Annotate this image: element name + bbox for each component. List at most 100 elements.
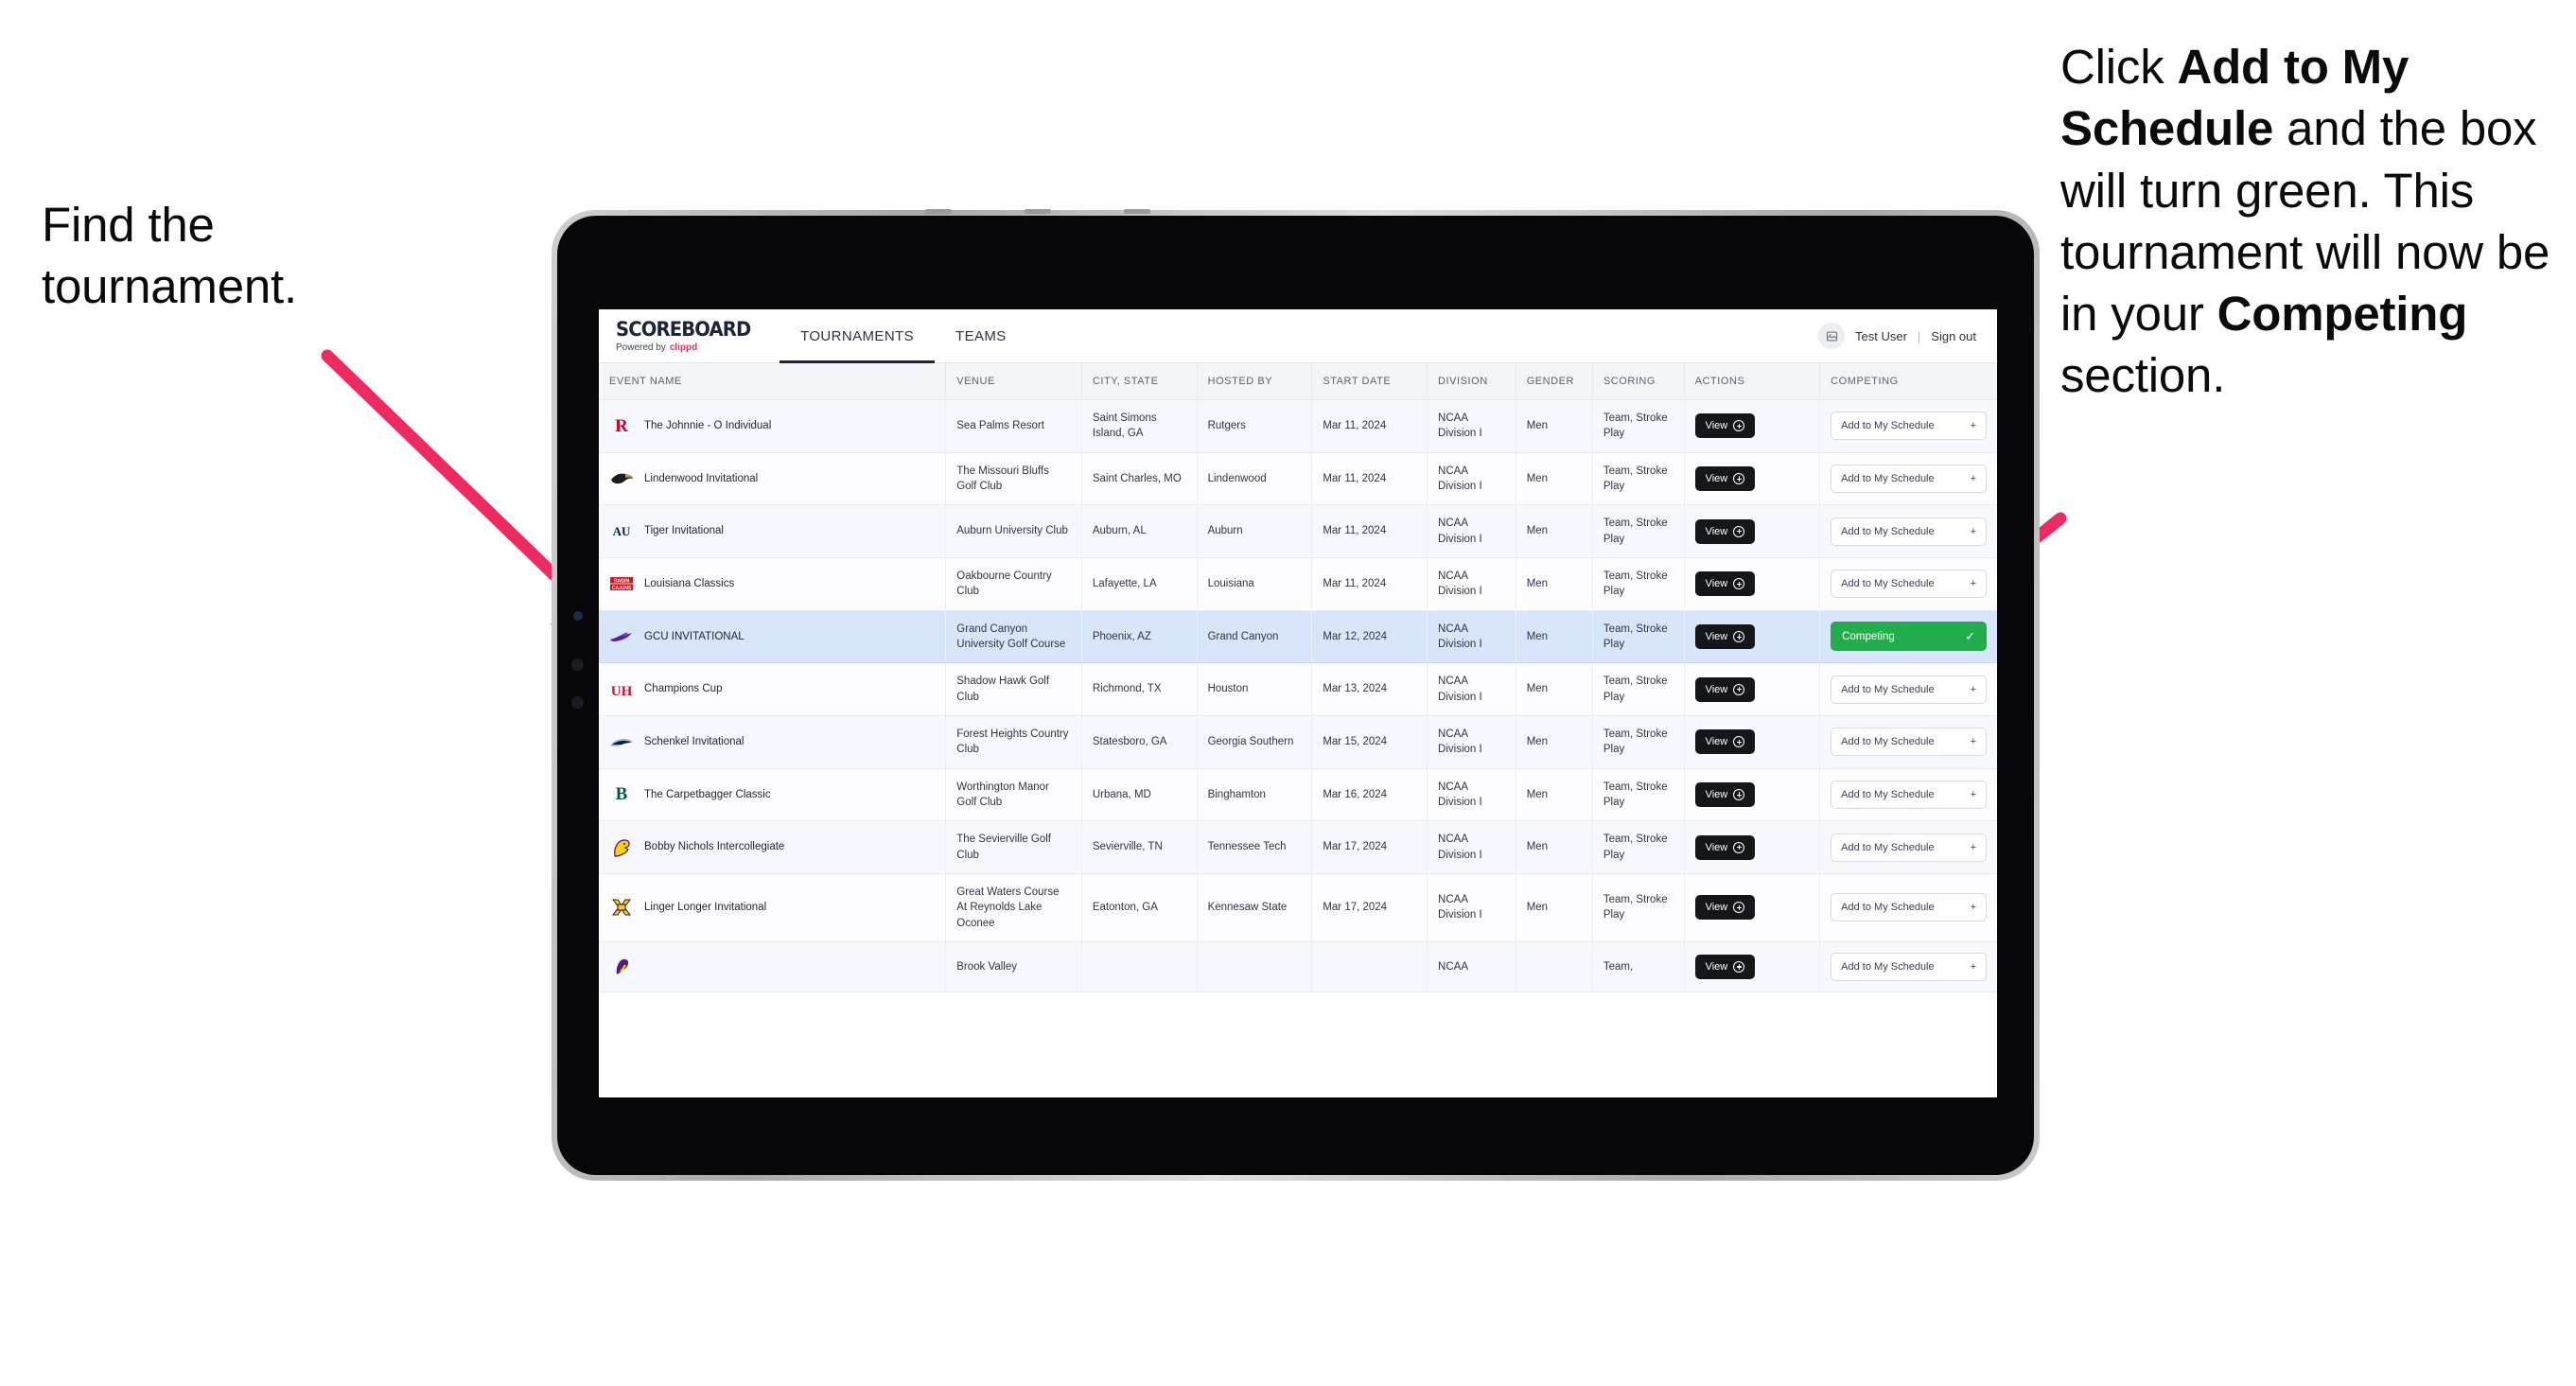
cell-hosted-by: Houston (1197, 662, 1313, 716)
table-row[interactable]: RAGIN CAJUNS Louisiana Classics Oakbourne C… (599, 557, 1997, 611)
add-to-my-schedule-button[interactable]: Add to My Schedule + (1831, 952, 1987, 981)
plus-icon: + (1970, 841, 1976, 853)
cell-venue: Shadow Hawk Golf Club (945, 662, 1082, 716)
add-to-my-schedule-button[interactable]: Add to My Schedule + (1831, 412, 1987, 441)
table-body: R The Johnnie - O Individual Sea Palms Res… (599, 399, 1997, 992)
column-header-start-date[interactable]: START DATE (1311, 363, 1428, 400)
add-to-my-schedule-button[interactable]: Add to My Schedule + (1831, 517, 1987, 546)
column-header-competing: COMPETING (1819, 363, 1997, 400)
cell-start-date: Mar 16, 2024 (1311, 768, 1428, 822)
cell-event-name: B The Carpetbagger Classic (599, 768, 947, 822)
column-header-event-name[interactable]: EVENT NAME (599, 363, 947, 400)
view-button[interactable]: View (1694, 413, 1756, 439)
cell-hosted-by: Louisiana (1197, 557, 1313, 611)
header-user-area: Test User | Sign out (1818, 309, 1997, 362)
cell-scoring: Team, Stroke Play (1592, 768, 1685, 822)
frame-notch (925, 209, 952, 214)
plus-circle-icon (1733, 630, 1745, 642)
column-header-scoring[interactable]: SCORING (1592, 363, 1685, 400)
add-to-my-schedule-button[interactable]: Add to My Schedule + (1831, 780, 1987, 809)
column-header-division[interactable]: DIVISION (1427, 363, 1516, 400)
cell-start-date: Mar 17, 2024 (1311, 820, 1428, 874)
add-to-my-schedule-button[interactable]: Add to My Schedule + (1831, 570, 1987, 599)
cell-start-date: Mar 17, 2024 (1311, 873, 1428, 942)
user-name[interactable]: Test User (1855, 329, 1907, 343)
view-button[interactable]: View (1694, 729, 1756, 755)
user-image-icon[interactable] (1818, 323, 1845, 349)
cell-hosted-by (1197, 941, 1313, 992)
plus-icon: + (1970, 683, 1976, 695)
view-button[interactable]: View (1694, 623, 1756, 649)
add-to-my-schedule-button[interactable]: Add to My Schedule + (1831, 893, 1987, 922)
table-row[interactable]: UH Champions Cup Shadow Hawk Golf Club Rich… (599, 662, 1997, 716)
cell-city-state (1081, 941, 1198, 992)
cell-actions: View (1684, 557, 1821, 611)
cell-city-state: Richmond, TX (1081, 662, 1198, 716)
cell-gender: Men (1516, 452, 1593, 506)
table-row[interactable]: R The Johnnie - O Individual Sea Palms Res… (599, 399, 1997, 453)
event-name-text: Linger Longer Invitational (644, 902, 767, 914)
cell-event-name: Linger Longer Invitational (599, 873, 947, 942)
add-to-my-schedule-button[interactable]: Add to My Schedule + (1831, 833, 1987, 862)
cell-city-state: Urbana, MD (1081, 768, 1198, 822)
column-header-city-state[interactable]: CITY, STATE (1081, 363, 1198, 400)
cell-gender (1516, 941, 1593, 992)
cell-division: NCAA Division I (1427, 768, 1516, 822)
annotation-right-seg1: Click (2060, 40, 2178, 94)
view-button[interactable]: View (1694, 465, 1756, 491)
event-name-text: The Johnnie - O Individual (644, 420, 772, 432)
cell-start-date: Mar 15, 2024 (1311, 715, 1428, 769)
annotation-right-bold2: Competing (2217, 287, 2468, 342)
table-row[interactable]: AU Tiger Invitational Auburn University Cl… (599, 504, 1997, 558)
plus-circle-icon (1733, 525, 1745, 537)
view-button[interactable]: View (1694, 518, 1756, 544)
tab-teams[interactable]: TEAMS (935, 309, 1027, 362)
brand-logo[interactable]: SCOREBOARD Powered by clippd (599, 309, 780, 362)
svg-text:UH: UH (611, 684, 633, 699)
column-header-gender[interactable]: GENDER (1516, 363, 1593, 400)
frame-notch (1025, 209, 1051, 214)
add-to-my-schedule-button[interactable]: Add to My Schedule + (1831, 675, 1987, 704)
event-name-text: Schenkel Invitational (644, 736, 745, 748)
cell-actions: View (1684, 768, 1821, 822)
sign-out-link[interactable]: Sign out (1931, 329, 1976, 343)
view-button[interactable]: View (1694, 781, 1756, 807)
table-row[interactable]: B The Carpetbagger Classic Worthington Man… (599, 768, 1997, 822)
table-row[interactable]: GCU INVITATIONAL Grand Canyon University … (599, 610, 1997, 664)
column-header-hosted-by[interactable]: HOSTED BY (1197, 363, 1313, 400)
view-button[interactable]: View (1694, 571, 1756, 597)
add-to-my-schedule-button[interactable]: Add to My Schedule + (1831, 464, 1987, 493)
table-row[interactable]: Brook Valley NCAA Team, View Add to My Sched… (599, 941, 1997, 992)
column-header-venue[interactable]: VENUE (945, 363, 1082, 400)
cell-competing: Add to My Schedule + (1819, 715, 1997, 769)
cell-city-state: Sevierville, TN (1081, 820, 1198, 874)
view-button[interactable]: View (1694, 834, 1756, 860)
column-header-actions: ACTIONS (1684, 363, 1821, 400)
competing-button[interactable]: Competing ✓ (1831, 622, 1987, 652)
cell-gender: Men (1516, 610, 1593, 664)
plus-icon: + (1970, 736, 1976, 748)
view-button[interactable]: View (1694, 895, 1756, 921)
cell-event-name: Lindenwood Invitational (599, 452, 947, 506)
tab-tournaments[interactable]: TOURNAMENTS (780, 309, 936, 363)
view-label: View (1705, 960, 1728, 973)
cell-event-name: RAGIN CAJUNS Louisiana Classics (599, 557, 947, 611)
cell-hosted-by: Auburn (1197, 504, 1313, 558)
view-button[interactable]: View (1694, 676, 1756, 702)
table-row[interactable]: Schenkel Invitational Forest Heights Coun… (599, 715, 1997, 769)
table-row[interactable]: Bobby Nichols Intercollegiate The Sevierv… (599, 820, 1997, 874)
user-separator: | (1917, 328, 1921, 343)
add-to-my-schedule-button[interactable]: Add to My Schedule + (1831, 728, 1987, 757)
table-row[interactable]: Linger Longer Invitational Great Waters C… (599, 873, 1997, 942)
event-name-text: Tiger Invitational (644, 525, 724, 537)
table-row[interactable]: Lindenwood Invitational The Missouri Bluf… (599, 452, 1997, 506)
view-label: View (1705, 683, 1728, 695)
brand-powered-prefix: Powered by (616, 342, 666, 353)
view-button[interactable]: View (1694, 954, 1756, 979)
annotation-left-line2: tournament. (42, 259, 297, 314)
frame-notch (1124, 209, 1150, 214)
add-to-my-schedule-label: Add to My Schedule (1841, 902, 1935, 914)
cell-actions: View (1684, 820, 1821, 874)
view-label: View (1705, 525, 1728, 537)
view-label: View (1705, 902, 1728, 914)
